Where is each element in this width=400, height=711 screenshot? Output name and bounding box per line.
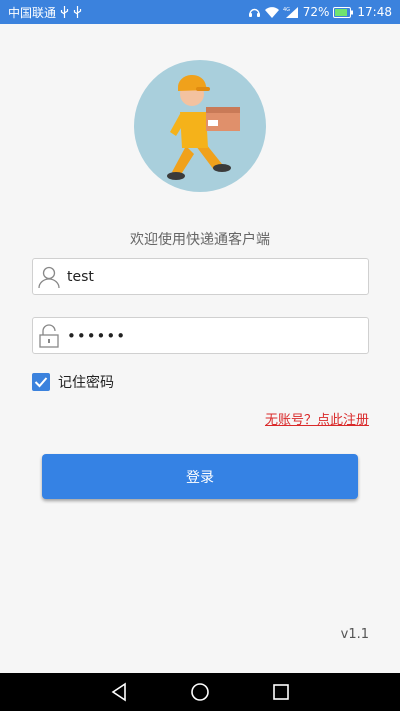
remember-checkbox[interactable] (32, 373, 50, 391)
clock: 17:48 (357, 5, 392, 19)
home-circle-icon[interactable] (189, 681, 211, 703)
carrier-name: 中国联通 (8, 5, 57, 20)
user-icon (33, 259, 65, 294)
signal-icon: 4G (283, 6, 299, 18)
check-icon (34, 377, 48, 388)
navigation-bar (0, 673, 400, 711)
remember-label: 记住密码 (58, 375, 114, 391)
courier-avatar (134, 60, 266, 192)
status-bar: 中国联通 4G 72% 17:48 (0, 0, 400, 24)
lock-icon (33, 318, 65, 353)
welcome-text: 欢迎使用快递通客户端 (130, 232, 270, 248)
headset-icon (248, 6, 261, 18)
password-input[interactable] (65, 320, 368, 351)
wifi-icon (264, 6, 279, 18)
usb-icon (73, 6, 82, 18)
app-version: v1.1 (340, 627, 369, 642)
remember-password[interactable]: 记住密码 (32, 372, 114, 392)
recents-square-icon[interactable] (270, 681, 292, 703)
username-field[interactable] (32, 258, 369, 295)
username-input[interactable] (65, 261, 368, 292)
battery-icon (333, 6, 354, 18)
login-button[interactable]: 登录 (42, 454, 358, 499)
password-field[interactable] (32, 317, 369, 354)
svg-text:4G: 4G (283, 7, 290, 13)
battery-percent: 72% (302, 5, 330, 19)
usb-icon (60, 6, 69, 18)
register-link[interactable]: 无账号？点此注册 (265, 409, 369, 428)
back-triangle-icon[interactable] (108, 681, 130, 703)
